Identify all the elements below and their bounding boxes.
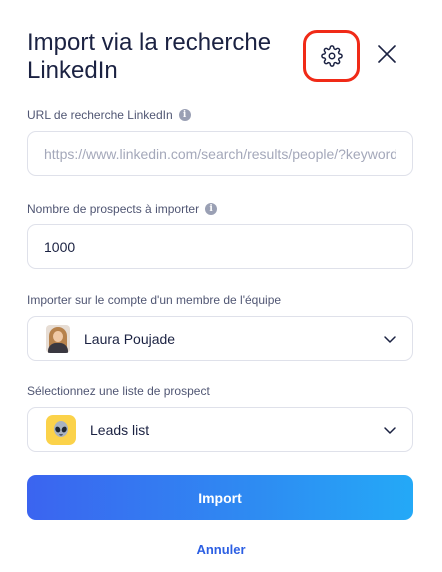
count-field-label: Nombre de prospects à importer i (27, 202, 218, 216)
gear-icon (320, 45, 343, 67)
dialog-title: Import via la recherche LinkedIn (27, 29, 272, 84)
chevron-down-icon (384, 335, 396, 343)
settings-button[interactable] (303, 30, 360, 82)
import-dialog: Import via la recherche LinkedIn URL de … (0, 0, 442, 572)
avatar (46, 324, 70, 353)
prospect-count-input[interactable] (27, 224, 413, 269)
info-icon[interactable]: i (205, 203, 218, 215)
list-field-label: Sélectionnez une liste de prospect (27, 384, 210, 398)
team-member-select[interactable]: Laura Poujade (27, 316, 413, 361)
alien-icon (46, 414, 76, 445)
team-member-value: Laura Poujade (84, 330, 176, 347)
list-label-text: Sélectionnez une liste de prospect (27, 384, 210, 398)
url-field-label: URL de recherche LinkedIn i (27, 108, 191, 122)
chevron-down-icon (384, 426, 396, 434)
prospect-list-value: Leads list (90, 421, 150, 438)
close-button[interactable] (376, 43, 398, 65)
cancel-link[interactable]: Annuler (0, 542, 442, 557)
close-icon (378, 45, 396, 63)
import-button[interactable]: Import (27, 475, 413, 520)
linkedin-url-input[interactable] (27, 131, 413, 176)
member-label-text: Importer sur le compte d'un membre de l'… (27, 293, 282, 307)
count-label-text: Nombre de prospects à importer (27, 202, 200, 216)
member-field-label: Importer sur le compte d'un membre de l'… (27, 293, 281, 307)
prospect-list-select[interactable]: Leads list (27, 407, 413, 452)
url-label-text: URL de recherche LinkedIn (27, 108, 173, 122)
info-icon[interactable]: i (178, 109, 191, 121)
